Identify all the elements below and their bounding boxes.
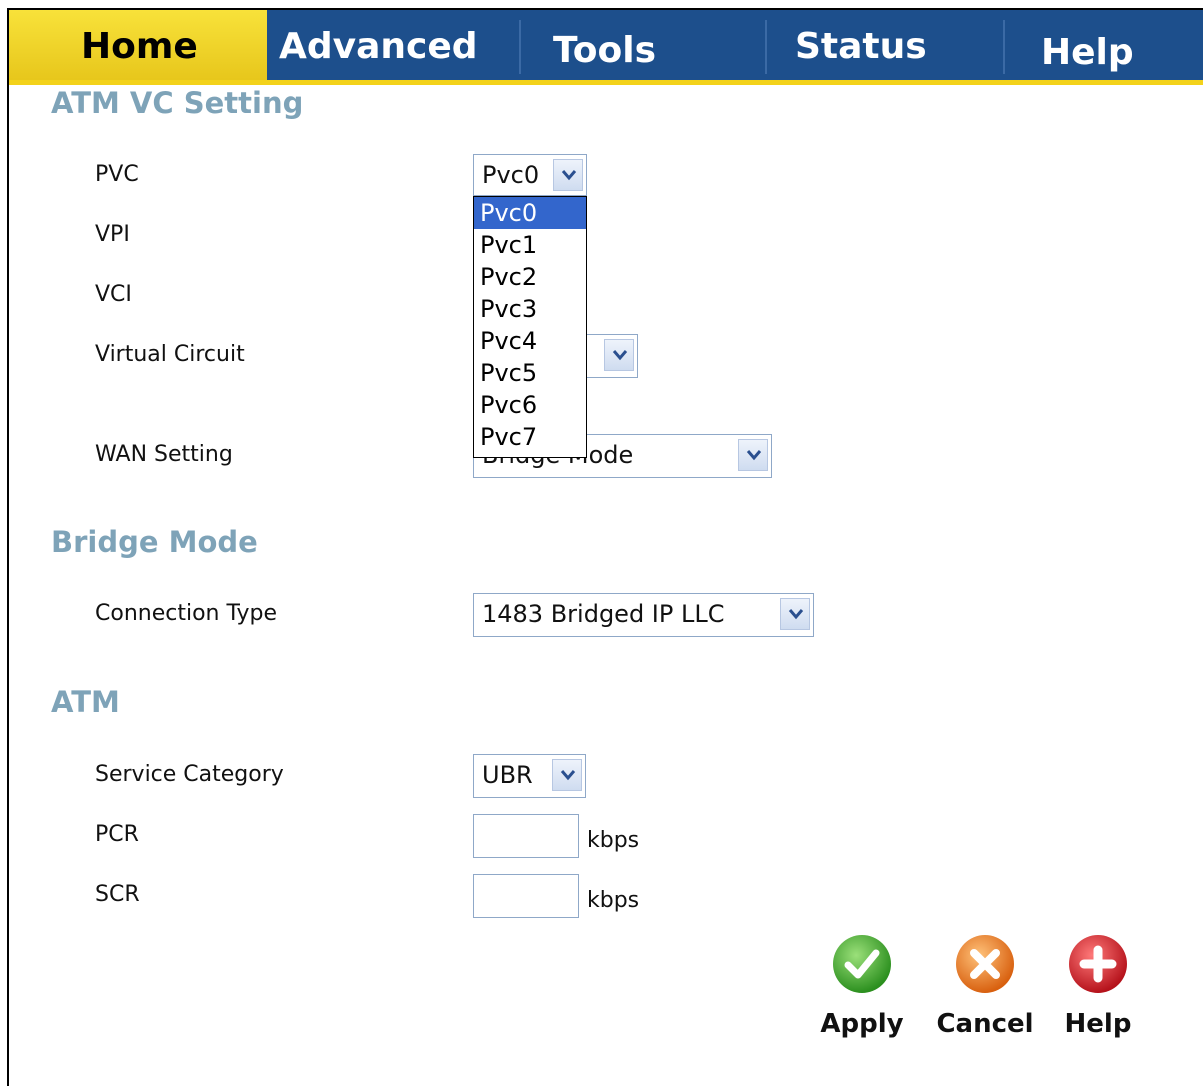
tab-home-label: Home (81, 26, 198, 67)
scr-label: SCR (95, 882, 140, 907)
chevron-down-icon[interactable] (553, 159, 583, 191)
tab-tools[interactable]: Tools (519, 10, 765, 84)
pvc-option[interactable]: Pvc7 (474, 421, 586, 453)
pcr-label: PCR (95, 822, 139, 847)
pvc-dropdown-list: Pvc0 Pvc1 Pvc2 Pvc3 Pvc4 Pvc5 Pvc6 Pvc7 (473, 196, 587, 458)
tab-separator (765, 20, 767, 74)
pcr-unit: kbps (587, 828, 640, 853)
tab-bar: Home Advanced Tools Status Help (9, 10, 1203, 84)
cancel-button[interactable]: Cancel (930, 932, 1040, 1039)
connection-type-select[interactable]: 1483 Bridged IP LLC (473, 593, 814, 637)
pvc-option[interactable]: Pvc3 (474, 293, 586, 325)
section-title-atm: ATM (51, 685, 120, 719)
wan-setting-label: WAN Setting (95, 442, 233, 467)
cancel-button-label: Cancel (936, 1009, 1034, 1039)
chevron-down-icon[interactable] (780, 598, 810, 630)
scr-input[interactable] (473, 874, 579, 918)
apply-button-label: Apply (820, 1009, 904, 1039)
tab-help-label: Help (1041, 32, 1134, 73)
connection-type-value: 1483 Bridged IP LLC (482, 600, 725, 628)
chevron-down-icon[interactable] (552, 759, 582, 791)
service-category-value: UBR (482, 761, 533, 789)
pvc-option[interactable]: Pvc5 (474, 357, 586, 389)
pvc-option[interactable]: Pvc2 (474, 261, 586, 293)
tab-help[interactable]: Help (1003, 10, 1203, 84)
pvc-select[interactable]: Pvc0 (473, 154, 587, 196)
tab-separator (519, 20, 521, 74)
virtual-circuit-label: Virtual Circuit (95, 342, 245, 367)
tab-bar-underline (9, 80, 1203, 85)
pvc-select-value: Pvc0 (482, 161, 540, 189)
x-icon (956, 935, 1014, 993)
tab-home[interactable]: Home (9, 10, 267, 84)
help-button-label: Help (1064, 1009, 1132, 1039)
connection-type-label: Connection Type (95, 601, 278, 626)
apply-button[interactable]: Apply (812, 932, 912, 1039)
pcr-input[interactable] (473, 814, 579, 858)
section-title-atm-vc: ATM VC Setting (51, 86, 304, 120)
chevron-down-icon[interactable] (738, 439, 768, 471)
tab-advanced[interactable]: Advanced (267, 10, 519, 84)
scr-unit: kbps (587, 888, 640, 913)
pvc-option[interactable]: Pvc1 (474, 229, 586, 261)
tab-status[interactable]: Status (765, 10, 1003, 84)
vpi-label: VPI (95, 222, 130, 247)
help-button[interactable]: Help (1052, 932, 1144, 1039)
tab-separator (1003, 20, 1005, 74)
service-category-label: Service Category (95, 762, 284, 787)
tab-advanced-label: Advanced (279, 26, 478, 67)
check-icon (833, 935, 891, 993)
chevron-down-icon[interactable] (604, 339, 634, 371)
plus-icon (1069, 935, 1127, 993)
tab-status-label: Status (795, 26, 927, 67)
pvc-label: PVC (95, 162, 139, 187)
tab-tools-label: Tools (553, 30, 657, 71)
section-title-bridge-mode: Bridge Mode (51, 525, 258, 559)
pvc-option[interactable]: Pvc4 (474, 325, 586, 357)
service-category-select[interactable]: UBR (473, 754, 586, 798)
pvc-option[interactable]: Pvc6 (474, 389, 586, 421)
pvc-option[interactable]: Pvc0 (474, 197, 586, 229)
vci-label: VCI (95, 282, 132, 307)
